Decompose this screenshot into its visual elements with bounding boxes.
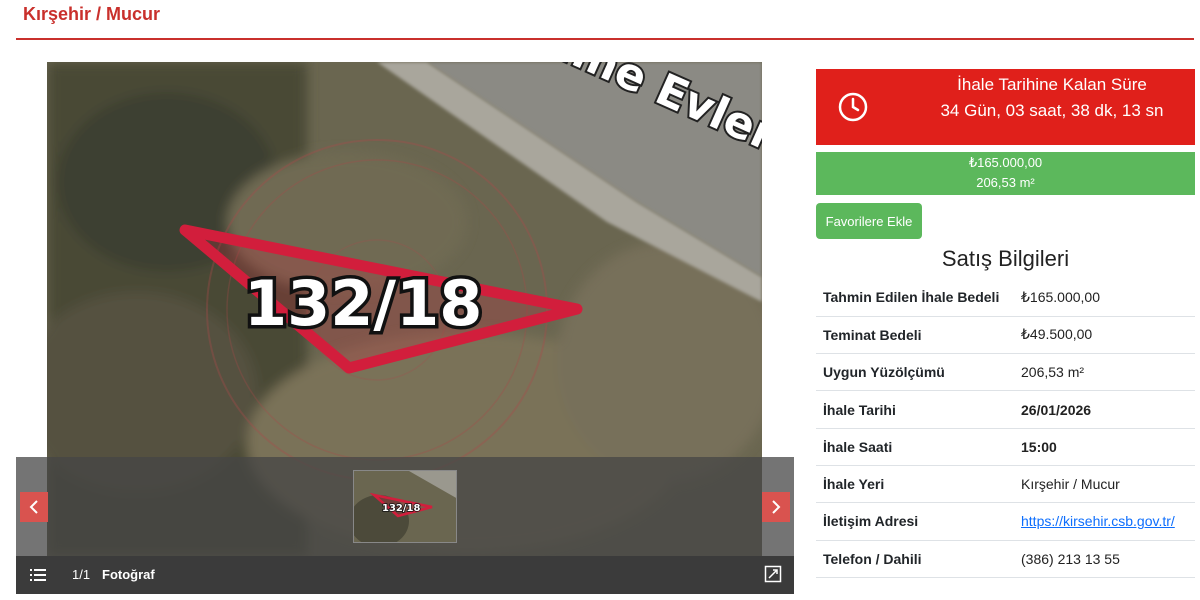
photo-type-label: Fotoğraf bbox=[102, 567, 155, 582]
price-area: 206,53 m² bbox=[976, 175, 1035, 190]
sales-info-title: Satış Bilgileri bbox=[941, 246, 1070, 271]
table-row: Uygun Yüzölçümü 206,53 m² bbox=[816, 354, 1195, 391]
thumbnail[interactable]: 132/18 bbox=[353, 470, 457, 543]
price-amount: ₺165.000,00 bbox=[968, 155, 1043, 170]
row-value: ₺165.000,00 bbox=[1021, 288, 1100, 305]
row-value: https://kirsehir.csb.gov.tr/ bbox=[1014, 503, 1195, 540]
price-summary: ₺165.000,00 206,53 m² bbox=[816, 152, 1195, 195]
photo-counter: 1/1 bbox=[72, 567, 91, 582]
row-label: Uygun Yüzölçümü bbox=[823, 364, 945, 381]
page-title: Kırşehir / Mucur bbox=[23, 4, 161, 24]
fullscreen-icon[interactable] bbox=[764, 565, 782, 583]
row-label: İhale Yeri bbox=[823, 476, 885, 493]
countdown-time: 34 Gün, 03 saat, 38 dk, 13 sn bbox=[940, 101, 1164, 120]
row-label: İhale Tarihi bbox=[823, 401, 896, 418]
row-value: ₺49.500,00 bbox=[1021, 326, 1093, 343]
auction-countdown: İhale Tarihine Kalan Süre 34 Gün, 03 saa… bbox=[816, 69, 1195, 145]
next-photo-button[interactable] bbox=[762, 492, 790, 522]
row-label: Teminat Bedeli bbox=[823, 326, 922, 343]
row-label: Telefon / Dahili bbox=[823, 550, 922, 567]
row-label: İletişim Adresi bbox=[823, 513, 919, 530]
previous-photo-button[interactable] bbox=[20, 492, 48, 522]
page: Kırşehir / Mucur 132/18 132/18 1/1 Fotoğ… bbox=[0, 0, 1200, 600]
clock-icon bbox=[838, 92, 868, 122]
row-value: 15:00 bbox=[1021, 438, 1057, 455]
parcel-number-label: 132/18 bbox=[244, 267, 482, 340]
gallery-toolbar: 1/1 Fotoğraf bbox=[16, 556, 794, 594]
add-to-favorites-button[interactable]: Favorilere Ekle bbox=[816, 203, 922, 239]
row-label: Tahmin Edilen İhale Bedeli bbox=[823, 289, 1000, 306]
table-row: Teminat Bedeli ₺49.500,00 bbox=[816, 316, 1195, 354]
row-value: 206,53 m² bbox=[1021, 364, 1085, 381]
chevron-left-icon bbox=[29, 500, 38, 514]
chevron-right-icon bbox=[772, 500, 781, 514]
photo-gallery: 132/18 Tıme Evler 132/18 bbox=[16, 62, 794, 594]
thumbnail-label: 132/18 bbox=[382, 503, 420, 514]
thumbnail-strip: 132/18 bbox=[16, 457, 794, 556]
row-value: (386) 213 13 55 bbox=[1021, 550, 1120, 567]
table-row: Tahmin Edilen İhale Bedeli ₺165.000,00 bbox=[816, 279, 1195, 317]
table-row: İhale Saati 15:00 bbox=[816, 428, 1195, 466]
table-row: İhale Yeri Kırşehir / Mucur bbox=[816, 465, 1195, 503]
row-label: İhale Saati bbox=[823, 438, 893, 455]
table-row: İletişim Adresi https://kirsehir.csb.gov… bbox=[816, 503, 1195, 541]
list-icon[interactable] bbox=[29, 566, 47, 584]
sales-info-table: Tahmin Edilen İhale Bedeli ₺165.000,00 T… bbox=[816, 279, 1195, 578]
row-value: Kırşehir / Mucur bbox=[1021, 476, 1120, 493]
header: Kırşehir / Mucur bbox=[16, 0, 1194, 40]
contact-address-link[interactable]: https://kirsehir.csb.gov.tr/ bbox=[1021, 513, 1175, 529]
countdown-title: İhale Tarihine Kalan Süre bbox=[957, 75, 1147, 94]
table-row: Telefon / Dahili (386) 213 13 55 bbox=[816, 540, 1195, 578]
row-value: 26/01/2026 bbox=[1021, 401, 1092, 418]
table-row: İhale Tarihi 26/01/2026 bbox=[816, 391, 1195, 429]
